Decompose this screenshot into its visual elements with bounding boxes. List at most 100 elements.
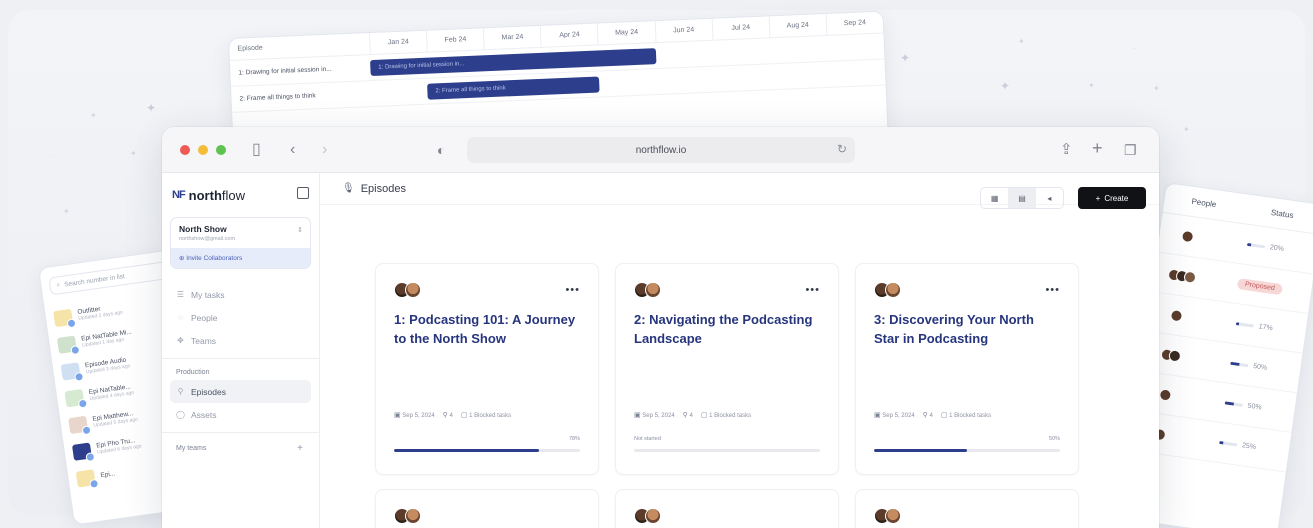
progress-labels: 78% (394, 436, 580, 442)
sparkle-icon: · (1133, 44, 1136, 53)
workspace-email: northshow@gmail.com (179, 236, 236, 242)
status-bar (1246, 242, 1266, 249)
status-bar (1235, 322, 1254, 328)
episode-grid: ••• 1: Podcasting 101: A Journey to the … (375, 263, 1079, 528)
episode-meta: ▣ Sep 5, 2024 ⚲ 4 ▢ 1 Blocked tasks (874, 411, 991, 419)
episode-card[interactable] (375, 489, 599, 528)
people-column-header: People (1190, 196, 1217, 210)
calendar-icon: ▣ (874, 412, 881, 419)
blocked-tasks: 1 Blocked tasks (709, 413, 752, 419)
episode-title[interactable]: 3: Discovering Your North Star in Podcas… (874, 310, 1060, 348)
progress-bar (874, 449, 1060, 452)
nav-item-people[interactable]: ◌ People (170, 306, 311, 329)
privacy-shield-icon[interactable]: ◐ (437, 140, 445, 160)
section-heading-my-teams: My teams + (176, 443, 311, 454)
blocked-tasks: 1 Blocked tasks (949, 413, 992, 419)
episode-meta: ▣ Sep 5, 2024 ⚲ 4 ▢ 1 Blocked tasks (634, 411, 751, 419)
avatar-group (874, 282, 1060, 298)
add-team-plus-icon[interactable]: + (297, 443, 303, 454)
sparkle-icon: ✦ (63, 207, 70, 216)
people-avatars (1154, 266, 1210, 286)
list-item-title: Epi... (100, 470, 116, 480)
view-switcher[interactable]: ▦ ▤ ◂ (980, 187, 1064, 209)
nav-item-label: My tasks (191, 289, 225, 300)
back-arrow-icon[interactable]: ‹ (290, 140, 295, 160)
share-icon[interactable]: ⇪ (1060, 140, 1073, 160)
status-bar (1230, 361, 1249, 368)
progress-fill (394, 449, 540, 452)
sparkle-icon: ✦ (146, 101, 157, 115)
list-view-icon[interactable]: ▦ (981, 188, 1008, 208)
new-tab-plus-icon[interactable]: + (1092, 138, 1103, 158)
timeline-bar[interactable]: 2: Frame all things to think (427, 76, 600, 100)
episode-card[interactable]: ••• 2: Navigating the Podcasting Landsca… (615, 263, 839, 475)
more-options-icon[interactable]: ••• (805, 284, 820, 296)
episode-card[interactable]: ••• 1: Podcasting 101: A Journey to the … (375, 263, 599, 475)
episode-card[interactable]: ••• 3: Discovering Your North Star in Po… (855, 263, 1079, 475)
workspace-name: North Show (179, 224, 227, 234)
section-heading-label: My teams (176, 445, 207, 452)
progress-bar (634, 449, 820, 452)
close-window-button[interactable] (180, 145, 190, 155)
status-cell: Proposed (1208, 274, 1312, 299)
sidebar-toggle-icon[interactable]: ▯ (252, 140, 261, 160)
progress-labels: 50% (874, 436, 1060, 442)
attachment-count: 4 (929, 413, 933, 419)
sparkle-icon: ✦ (130, 149, 137, 158)
maximize-window-button[interactable] (216, 145, 226, 155)
episode-title[interactable]: 2: Navigating the Podcasting Landscape (634, 310, 820, 348)
progress-labels: Not started (634, 436, 820, 442)
paperclip-icon: ⚲ (682, 412, 688, 419)
avatar (405, 508, 421, 524)
status-badge: Proposed (1236, 277, 1284, 296)
avatar-group (874, 508, 1060, 524)
avatar-group (394, 508, 580, 524)
progress-fill (874, 449, 967, 452)
divider (162, 432, 319, 433)
thumbnail (64, 388, 85, 407)
episode-card[interactable] (855, 489, 1079, 528)
status-bar (1219, 440, 1238, 447)
invite-collaborators-button[interactable]: ⊕ Invite Collaborators (171, 248, 310, 268)
browser-window: ▯ ‹ › ◐ northflow.io ↻ ⇪ + ❐ NF northflo… (162, 127, 1159, 528)
more-options-icon[interactable]: ••• (1045, 284, 1060, 296)
reload-icon[interactable]: ↻ (837, 142, 847, 156)
status-cell: 50% (1192, 395, 1295, 416)
nav-item-assets[interactable]: ◯ Assets (170, 403, 311, 426)
grid-view-icon[interactable]: ▤ (1008, 188, 1036, 208)
app-body: NF northflow North Show northshow@gmail.… (162, 173, 1159, 528)
nav-item-label: Teams (191, 335, 217, 346)
episode-card[interactable] (615, 489, 839, 528)
status-text: 20% (1269, 244, 1285, 254)
invite-collaborators-label: Invite Collaborators (186, 255, 243, 262)
forward-arrow-icon[interactable]: › (322, 140, 327, 160)
collapse-sidebar-icon[interactable] (297, 187, 309, 199)
more-options-icon[interactable]: ••• (565, 284, 580, 296)
timeline-row-name: 2: Frame all things to think (239, 92, 316, 103)
episode-title[interactable]: 1: Podcasting 101: A Journey to the Nort… (394, 310, 580, 348)
nav-item-my-tasks[interactable]: ☰ My tasks (170, 283, 311, 306)
attachment-count: 4 (689, 413, 693, 419)
avatar-group (394, 282, 580, 298)
status-cell: 17% (1203, 316, 1306, 337)
timeline-view-icon[interactable]: ◂ (1036, 188, 1063, 208)
timeline-month: Sep 24 (825, 11, 884, 35)
browser-toolbar: ▯ ‹ › ◐ northflow.io ↻ ⇪ + ❐ (162, 127, 1159, 173)
avatar-group (634, 508, 820, 524)
assets-icon: ◯ (176, 410, 185, 419)
minimize-window-button[interactable] (198, 145, 208, 155)
brand-logo[interactable]: NF northflow (170, 183, 311, 207)
thumbnail (53, 308, 74, 327)
workspace-switcher[interactable]: North Show northshow@gmail.com ⇕ ⊕ Invit… (170, 217, 311, 269)
tasks-icon: ☰ (176, 290, 185, 299)
nav-item-label: Assets (191, 409, 217, 420)
search-icon: ⌕ (56, 281, 61, 289)
address-bar[interactable]: northflow.io ↻ (467, 137, 855, 163)
nav-item-teams[interactable]: ✥ Teams (170, 329, 311, 352)
tabs-overview-icon[interactable]: ❐ (1124, 140, 1137, 160)
timeline-month: Feb 24 (425, 28, 484, 52)
create-button[interactable]: + Create (1078, 187, 1146, 209)
progress-percent: 78% (568, 436, 580, 442)
avatar (885, 282, 901, 298)
nav-item-episodes[interactable]: ⚲ Episodes (170, 380, 311, 403)
